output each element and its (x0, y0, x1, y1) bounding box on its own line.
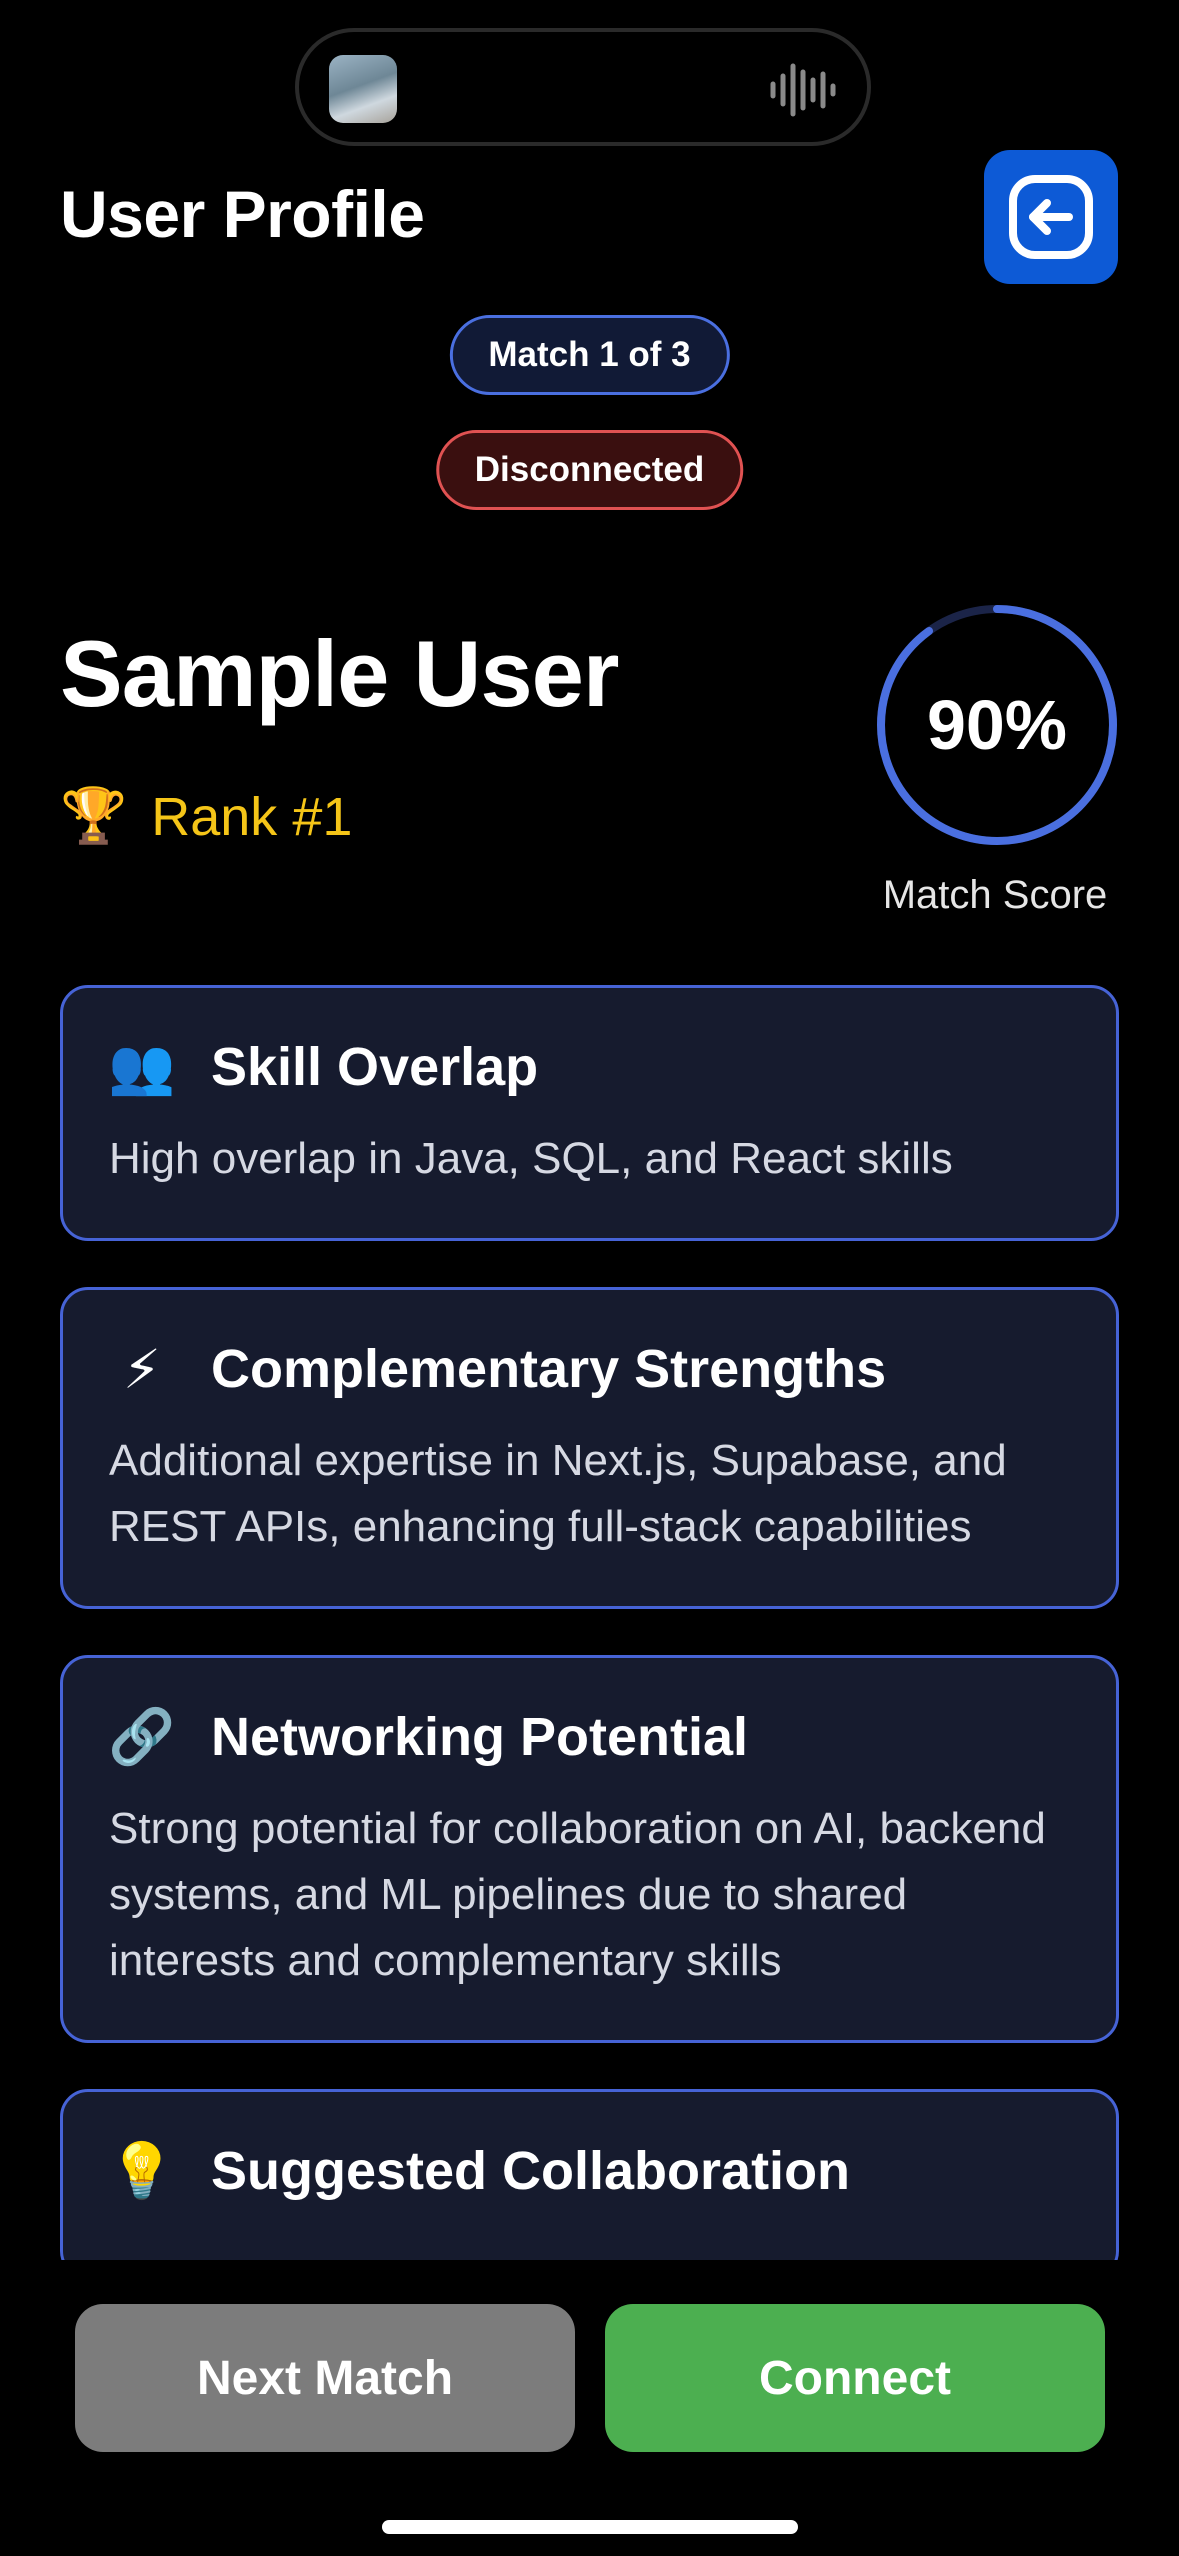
match-score-label: Match Score (882, 873, 1108, 917)
trophy-icon: 🏆 (60, 786, 128, 846)
now-playing-artwork (329, 55, 397, 123)
next-match-button[interactable]: Next Match (75, 2304, 575, 2452)
people-icon: 👥 (108, 1036, 176, 1097)
insight-card-complementary-strengths: ⚡ Complementary Strengths Additional exp… (60, 1287, 1119, 1609)
user-name: Sample User (60, 621, 620, 726)
insight-card-skill-overlap: 👥 Skill Overlap High overlap in Java, SQ… (60, 985, 1119, 1241)
match-counter-badge: Match 1 of 3 (449, 315, 730, 395)
insight-card-networking-potential: 🔗 Networking Potential Strong potential … (60, 1655, 1119, 2043)
card-title: Networking Potential (211, 1707, 749, 1767)
lightbulb-icon: 💡 (108, 2140, 176, 2201)
dynamic-island (295, 28, 871, 146)
connection-status-badge: Disconnected (435, 430, 744, 510)
link-icon: 🔗 (108, 1706, 176, 1767)
lightning-icon: ⚡ (123, 1339, 161, 1400)
card-title: Complementary Strengths (211, 1339, 887, 1399)
match-score-value: 90% (926, 686, 1068, 764)
card-description: Additional expertise in Next.js, Supabas… (109, 1436, 1007, 1551)
card-title: Skill Overlap (211, 1037, 539, 1097)
rank-label: Rank #1 (151, 786, 353, 847)
back-button[interactable] (984, 150, 1118, 284)
logout-arrow-icon (1009, 175, 1093, 259)
connect-button[interactable]: Connect (605, 2304, 1105, 2452)
card-description: Strong potential for collaboration on AI… (109, 1804, 1046, 1985)
rank-row: 🏆 Rank #1 (60, 785, 352, 848)
audio-waveform-icon (770, 63, 836, 117)
card-title: Suggested Collaboration (211, 2141, 851, 2201)
insight-cards-list[interactable]: 👥 Skill Overlap High overlap in Java, SQ… (60, 985, 1119, 2260)
match-score-ring: 90% (872, 600, 1122, 850)
insight-card-suggested-collaboration: 💡 Suggested Collaboration (60, 2089, 1119, 2260)
home-indicator[interactable] (382, 2520, 798, 2534)
card-description: High overlap in Java, SQL, and React ski… (109, 1134, 953, 1183)
page-title: User Profile (60, 177, 425, 251)
